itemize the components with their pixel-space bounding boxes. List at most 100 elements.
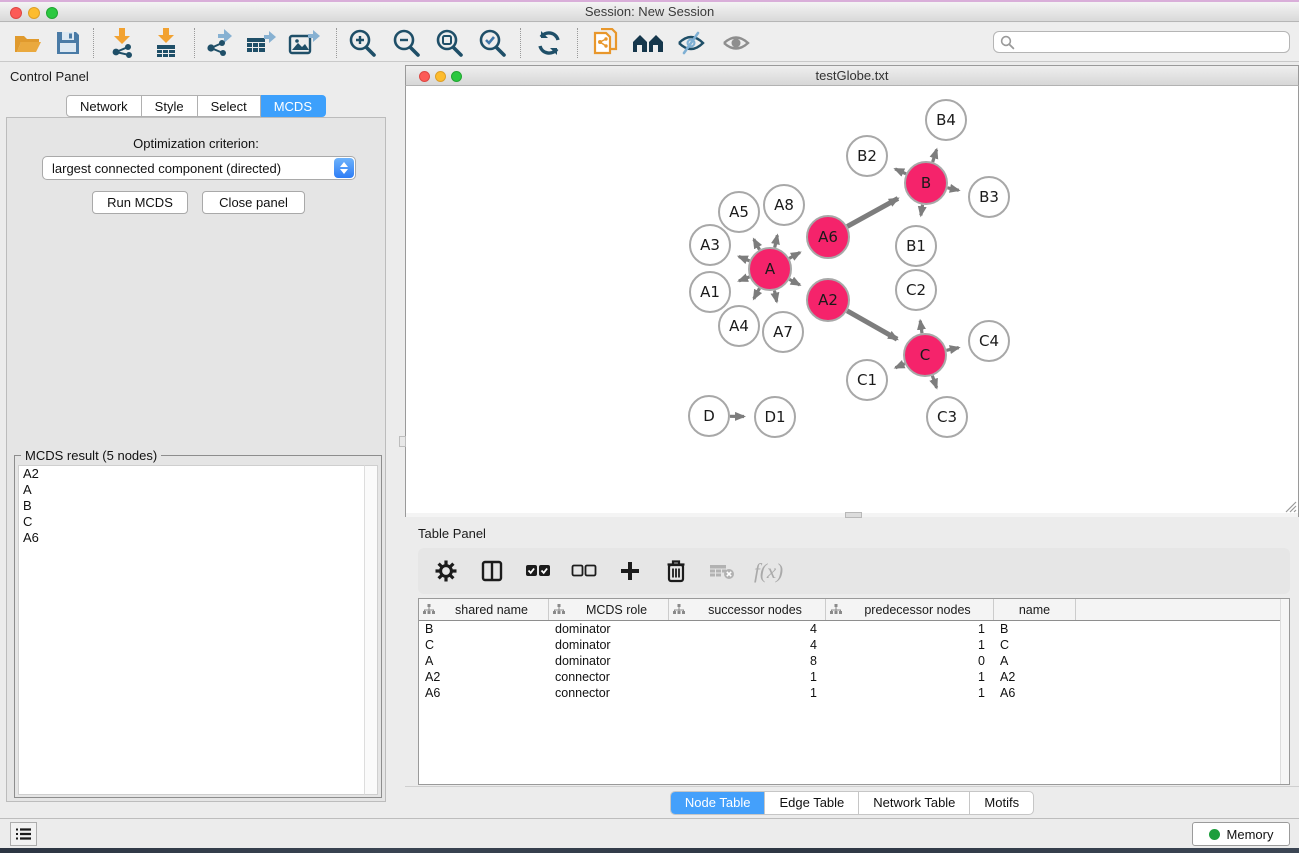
splitter-handle[interactable] xyxy=(399,436,406,447)
column-header-successor-nodes[interactable]: successor nodes xyxy=(669,599,826,620)
export-table-icon[interactable] xyxy=(242,25,280,61)
edge-B-B4[interactable] xyxy=(933,150,937,162)
graph-node-A6[interactable]: A6 xyxy=(807,216,849,258)
mcds-result-item[interactable]: A6 xyxy=(19,530,365,546)
column-header-shared-name[interactable]: shared name xyxy=(419,599,549,620)
graph-node-C2[interactable]: C2 xyxy=(896,270,936,310)
export-image-icon[interactable] xyxy=(285,25,323,61)
duplicate-network-icon[interactable] xyxy=(587,25,625,61)
edge-A-A1[interactable] xyxy=(739,277,750,281)
graph-node-C3[interactable]: C3 xyxy=(927,397,967,437)
table-row[interactable]: Bdominator41B xyxy=(419,621,1289,637)
network-zoom-icon[interactable] xyxy=(451,71,462,82)
graph-node-C[interactable]: C xyxy=(904,334,946,376)
network-overview-icon[interactable] xyxy=(629,25,667,61)
mcds-result-item[interactable]: A xyxy=(19,482,365,498)
graph-node-A[interactable]: A xyxy=(749,248,791,290)
graph-node-A1[interactable]: A1 xyxy=(690,272,730,312)
edge-A-A5[interactable] xyxy=(754,239,760,249)
network-window-titlebar[interactable]: testGlobe.txt xyxy=(405,65,1299,86)
zoom-out-icon[interactable] xyxy=(387,25,425,61)
network-canvas[interactable]: B4 B2 B B3 A5A8A6 A3 B1 A A1 C2 A2 A4A7 C4 C C1 C3 D D1 xyxy=(406,86,1298,513)
graph-node-B1[interactable]: B1 xyxy=(896,226,936,266)
show-details-icon[interactable] xyxy=(717,25,755,61)
tab-select[interactable]: Select xyxy=(198,95,261,117)
graph-node-A4[interactable]: A4 xyxy=(719,306,759,346)
edge-A-A6[interactable] xyxy=(789,252,800,258)
edge-C-C1[interactable] xyxy=(895,364,904,368)
table-row[interactable]: A2connector11A2 xyxy=(419,669,1289,685)
open-session-icon[interactable] xyxy=(9,25,47,61)
edge-A-A3[interactable] xyxy=(739,257,750,261)
table-row[interactable]: Adominator80A xyxy=(419,653,1289,669)
zoom-window-icon[interactable] xyxy=(46,7,58,19)
graph-node-B4[interactable]: B4 xyxy=(926,100,966,140)
column-header-MCDS-role[interactable]: MCDS role xyxy=(549,599,669,620)
create-column-icon[interactable] xyxy=(616,557,644,585)
graph-node-C1[interactable]: C1 xyxy=(847,360,887,400)
mcds-result-item[interactable]: B xyxy=(19,498,365,514)
criterion-select[interactable]: largest connected component (directed) xyxy=(42,156,356,180)
mcds-result-list[interactable]: A2ABCA6 xyxy=(18,465,366,795)
refresh-icon[interactable] xyxy=(530,25,568,61)
tab-network[interactable]: Network xyxy=(66,95,142,117)
graph-node-B2[interactable]: B2 xyxy=(847,136,887,176)
import-network-icon[interactable] xyxy=(103,25,141,61)
tab-motifs[interactable]: Motifs xyxy=(969,792,1033,814)
edge-A6-B[interactable] xyxy=(847,198,898,226)
tab-node-table[interactable]: Node Table xyxy=(671,792,765,814)
delete-column-icon[interactable] xyxy=(662,557,690,585)
graph-node-A7[interactable]: A7 xyxy=(763,312,803,352)
mcds-result-item[interactable]: C xyxy=(19,514,365,530)
column-header-predecessor-nodes[interactable]: predecessor nodes xyxy=(826,599,994,620)
network-hscroll-thumb[interactable] xyxy=(845,512,862,518)
edge-B-B3[interactable] xyxy=(947,188,958,191)
tab-style[interactable]: Style xyxy=(142,95,198,117)
table-vscrollbar[interactable] xyxy=(1280,599,1289,784)
graph-node-B[interactable]: B xyxy=(905,162,947,204)
graph-node-A5[interactable]: A5 xyxy=(719,192,759,232)
close-panel-button[interactable]: Close panel xyxy=(202,191,305,214)
graph-node-A3[interactable]: A3 xyxy=(690,225,730,265)
zoom-fit-icon[interactable] xyxy=(430,25,468,61)
save-session-icon[interactable] xyxy=(49,25,87,61)
network-close-icon[interactable] xyxy=(419,71,430,82)
edge-A-A8[interactable] xyxy=(775,235,778,247)
edge-C-C4[interactable] xyxy=(946,348,958,351)
graph-node-A2[interactable]: A2 xyxy=(807,279,849,321)
edge-C-C3[interactable] xyxy=(932,376,936,388)
edge-A-A4[interactable] xyxy=(754,288,760,298)
graph-node-D1[interactable]: D1 xyxy=(755,397,795,437)
graph-node-B3[interactable]: B3 xyxy=(969,177,1009,217)
deselect-all-rows-icon[interactable] xyxy=(570,557,598,585)
graph-node-A8[interactable]: A8 xyxy=(764,185,804,225)
zoom-selected-icon[interactable] xyxy=(473,25,511,61)
select-all-rows-icon[interactable] xyxy=(524,557,552,585)
close-window-icon[interactable] xyxy=(10,7,22,19)
edge-A-A2[interactable] xyxy=(789,279,799,285)
show-columns-icon[interactable] xyxy=(478,557,506,585)
edge-A2-C[interactable] xyxy=(847,311,897,339)
network-minimize-icon[interactable] xyxy=(435,71,446,82)
tab-mcds[interactable]: MCDS xyxy=(261,95,326,117)
table-row[interactable]: Cdominator41C xyxy=(419,637,1289,653)
graph-node-C4[interactable]: C4 xyxy=(969,321,1009,361)
hide-details-icon[interactable] xyxy=(672,25,710,61)
resize-grip-icon[interactable] xyxy=(1284,500,1297,513)
memory-button[interactable]: Memory xyxy=(1192,822,1290,846)
run-mcds-button[interactable]: Run MCDS xyxy=(92,191,188,214)
table-settings-icon[interactable] xyxy=(432,557,460,585)
column-header-name[interactable]: name xyxy=(994,599,1076,620)
table-row[interactable]: A6connector11A6 xyxy=(419,685,1289,701)
edge-B-B1[interactable] xyxy=(921,205,923,216)
tab-network-table[interactable]: Network Table xyxy=(858,792,969,814)
graph-node-D[interactable]: D xyxy=(689,396,729,436)
edge-C-C2[interactable] xyxy=(920,321,922,334)
import-table-icon[interactable] xyxy=(147,25,185,61)
edge-A-A7[interactable] xyxy=(774,291,776,302)
minimize-window-icon[interactable] xyxy=(28,7,40,19)
task-history-button[interactable] xyxy=(10,822,37,846)
export-network-icon[interactable] xyxy=(200,25,238,61)
zoom-in-icon[interactable] xyxy=(343,25,381,61)
tab-edge-table[interactable]: Edge Table xyxy=(764,792,858,814)
